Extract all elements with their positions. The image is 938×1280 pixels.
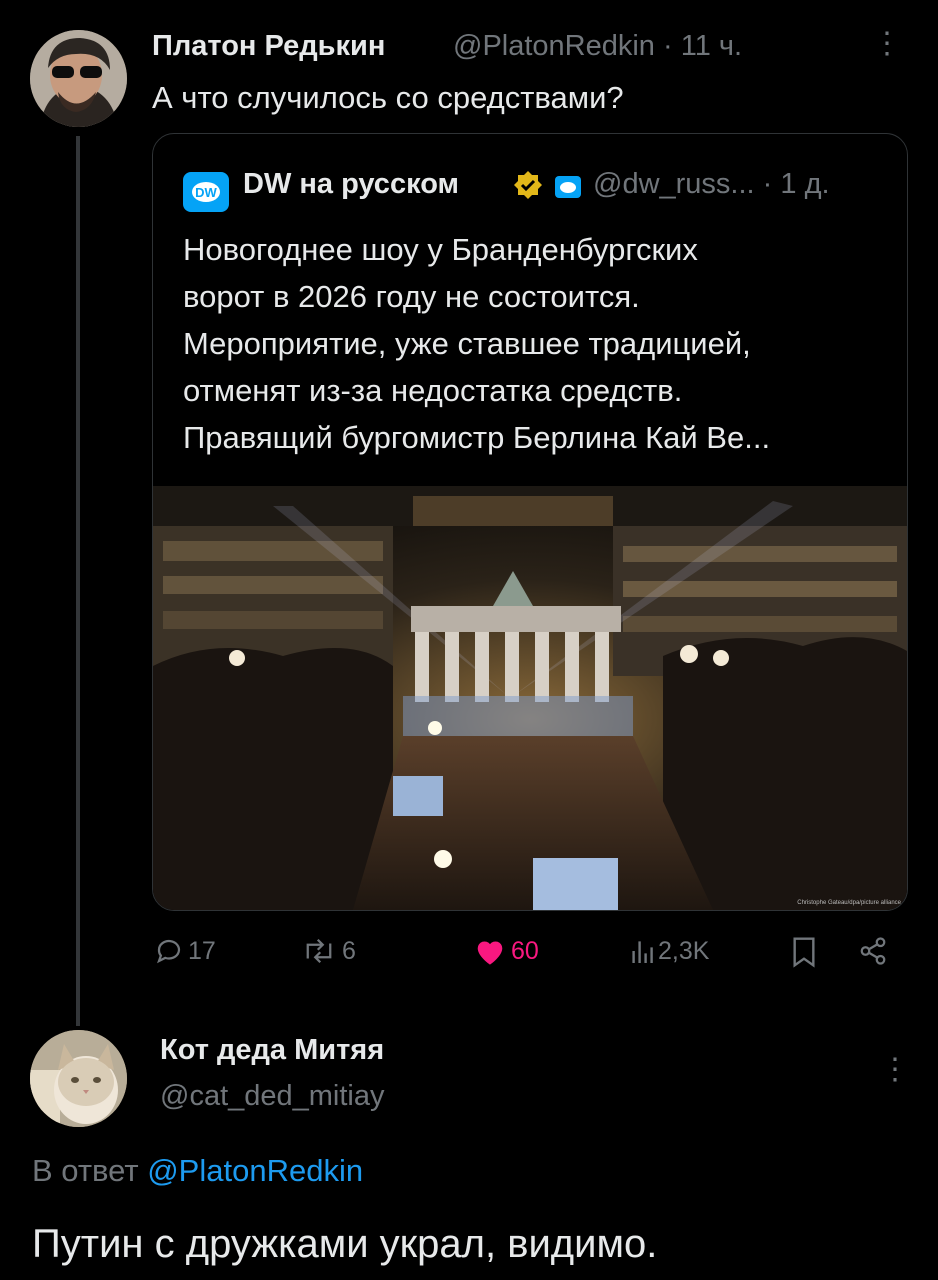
quoted-text-line: Мероприятие, уже ставшее традицией, xyxy=(183,326,751,361)
quoted-text-line: Правящий бургомистр Берлина Кай Ве... xyxy=(183,420,771,455)
reply-icon xyxy=(157,939,181,964)
affiliate-badge-icon xyxy=(555,176,581,198)
more-vertical-icon[interactable]: ⋮ xyxy=(872,26,902,61)
quoted-text-line: Новогоднее шоу у Бранденбургских xyxy=(183,232,698,267)
quoted-text-line: ворот в 2026 году не состоится. xyxy=(183,279,640,314)
verified-badge-icon xyxy=(514,171,542,199)
reply-text: Путин с дружками украл, видимо. xyxy=(32,1222,658,1266)
quoted-tweet-card[interactable]: DW DW на русском @dw_russ... · 1 д. Ново… xyxy=(152,133,908,911)
share-button[interactable] xyxy=(858,936,888,966)
repost-button[interactable]: 6 xyxy=(300,936,356,966)
author-handle[interactable]: @PlatonRedkin xyxy=(453,30,655,62)
heart-icon xyxy=(477,941,503,965)
avatar[interactable] xyxy=(30,1030,127,1127)
bookmark-button[interactable] xyxy=(790,936,818,968)
avatar[interactable] xyxy=(30,30,127,127)
repost-icon xyxy=(306,938,332,964)
tweet-time[interactable]: · 11 ч. xyxy=(663,30,742,62)
quoted-tweet-text: Новогоднее шоу у Бранденбургских ворот в… xyxy=(183,226,893,461)
quoted-tweet-time[interactable]: · 1 д. xyxy=(763,168,830,200)
author-name[interactable]: Платон Редькин xyxy=(152,30,385,63)
reply-button[interactable]: 17 xyxy=(154,936,216,966)
brandenburg-gate-photo[interactable]: Christophe Gateau/dpa/picture alliance xyxy=(153,486,907,910)
quoted-author-name[interactable]: DW на русском xyxy=(243,168,459,201)
avatar-photo xyxy=(30,1030,127,1127)
tweet-text: А что случилось со средствами? xyxy=(152,80,624,115)
like-button[interactable]: 60 xyxy=(473,936,539,966)
views-icon xyxy=(632,941,653,963)
reply-author-name[interactable]: Кот деда Митяя xyxy=(160,1034,384,1067)
thread-line xyxy=(76,136,80,1026)
reply-author-handle[interactable]: @cat_ded_mitiay xyxy=(160,1080,385,1113)
views-button[interactable]: 2,3K xyxy=(630,936,709,966)
quoted-text-line: отменят из-за недостатка средств. xyxy=(183,373,683,408)
bookmark-icon xyxy=(793,937,815,968)
author-meta: @PlatonRedkin · 11 ч. xyxy=(453,30,742,63)
share-icon xyxy=(860,937,886,965)
like-count: 60 xyxy=(511,936,539,965)
reply-to-link[interactable]: @PlatonRedkin xyxy=(147,1153,363,1188)
quoted-author-meta: @dw_russ... · 1 д. xyxy=(593,168,830,201)
image-credit: Christophe Gateau/dpa/picture alliance xyxy=(797,900,901,906)
dw-logo-text: DW xyxy=(192,182,220,202)
reply-prefix: В ответ xyxy=(32,1153,139,1188)
dw-logo-icon[interactable]: DW xyxy=(183,172,229,212)
quoted-author-handle[interactable]: @dw_russ... xyxy=(593,168,755,200)
repost-count: 6 xyxy=(342,936,356,965)
views-count: 2,3K xyxy=(658,936,710,965)
avatar-photo xyxy=(30,30,127,127)
more-vertical-icon[interactable]: ⋮ xyxy=(880,1052,910,1087)
reply-context: В ответ @PlatonRedkin xyxy=(32,1153,363,1189)
reply-count: 17 xyxy=(188,936,216,965)
